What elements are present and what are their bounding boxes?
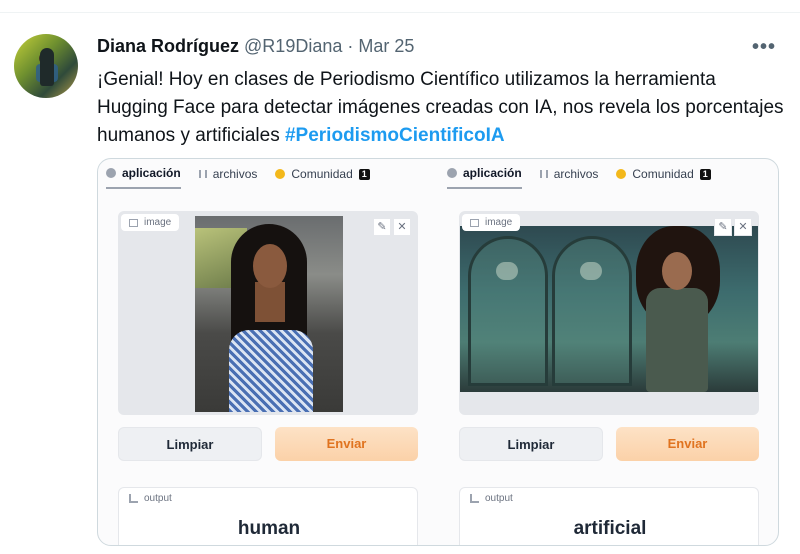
avatar-person (40, 48, 54, 86)
tab-label: aplicación (463, 166, 522, 180)
app-icon (447, 168, 457, 178)
photo-arch (468, 236, 548, 386)
tab-comunidad[interactable]: Comunidad 1 (275, 159, 370, 189)
clear-button[interactable]: Limpiar (118, 427, 262, 461)
image-label: image (121, 214, 180, 231)
uploaded-photo (195, 216, 343, 412)
more-horizontal-icon[interactable]: ••• (752, 36, 776, 59)
header-separator: · (347, 36, 354, 56)
output-box: output human (118, 487, 418, 545)
uploaded-photo (460, 226, 758, 392)
tab-label: archivos (553, 167, 599, 181)
tab-label: aplicación (122, 166, 181, 180)
app-screenshot-right: aplicación archivos Comunidad 1 image ✎ … (439, 159, 778, 545)
image-label-text: image (144, 217, 172, 228)
submit-button[interactable]: Enviar (616, 427, 759, 461)
app-screenshot-left: aplicación archivos Comunidad 1 image ✎ … (98, 159, 438, 545)
image-input[interactable]: image ✎ ✕ (459, 211, 759, 415)
photo-light (496, 262, 518, 280)
output-label-text: output (144, 493, 172, 504)
photo-body (646, 288, 708, 392)
tweet-text: ¡Genial! Hoy en clases de Periodismo Cie… (97, 66, 787, 150)
community-icon (275, 169, 286, 179)
tab-comunidad[interactable]: Comunidad 1 (616, 159, 711, 189)
close-icon[interactable]: ✕ (393, 218, 411, 236)
tab-label: Comunidad (632, 167, 694, 181)
tab-label: Comunidad (291, 167, 353, 181)
photo-neck (255, 282, 285, 322)
photo-face (662, 252, 692, 290)
close-icon[interactable]: ✕ (734, 218, 752, 236)
pencil-icon[interactable]: ✎ (714, 218, 732, 236)
image-input[interactable]: image ✎ ✕ (118, 211, 418, 415)
tab-label: archivos (212, 167, 258, 181)
output-label: output (462, 490, 521, 507)
output-label: output (121, 490, 180, 507)
files-icon (198, 170, 207, 178)
output-result: artificial (573, 518, 647, 539)
app-icon (106, 168, 116, 178)
hashtag-link[interactable]: #PeriodismoCientificoIA (285, 125, 505, 146)
chart-icon (470, 494, 479, 503)
clear-button[interactable]: Limpiar (459, 427, 603, 461)
image-tools: ✎ ✕ (371, 218, 411, 236)
output-label-text: output (485, 493, 513, 504)
chart-icon (129, 494, 138, 503)
tab-archivos[interactable]: archivos (539, 159, 599, 189)
photo-face (253, 244, 287, 288)
tab-aplicacion[interactable]: aplicación (106, 159, 181, 189)
top-divider (0, 12, 800, 13)
tweet-header: Diana Rodríguez @R19Diana · Mar 25 (97, 36, 414, 57)
pencil-icon[interactable]: ✎ (373, 218, 391, 236)
image-label-text: image (485, 217, 513, 228)
photo-top (229, 330, 313, 412)
photo-light (580, 262, 602, 280)
image-icon (129, 218, 138, 227)
output-box: output artificial (459, 487, 759, 545)
tab-bar: aplicación archivos Comunidad 1 (447, 159, 729, 189)
tweet-date[interactable]: Mar 25 (358, 36, 414, 56)
author-handle[interactable]: @R19Diana (244, 36, 342, 56)
submit-button[interactable]: Enviar (275, 427, 418, 461)
avatar[interactable] (14, 34, 78, 98)
community-icon (616, 169, 627, 179)
tweet-media[interactable]: aplicación archivos Comunidad 1 image ✎ … (97, 158, 779, 546)
image-tools: ✎ ✕ (712, 218, 752, 236)
files-icon (539, 170, 548, 178)
tab-bar: aplicación archivos Comunidad 1 (106, 159, 388, 189)
image-label: image (462, 214, 521, 231)
notification-badge: 1 (358, 168, 370, 180)
photo-arch (552, 236, 632, 386)
tab-aplicacion[interactable]: aplicación (447, 159, 522, 189)
image-icon (470, 218, 479, 227)
notification-badge: 1 (699, 168, 711, 180)
tab-archivos[interactable]: archivos (198, 159, 258, 189)
author-name[interactable]: Diana Rodríguez (97, 36, 239, 56)
output-result: human (237, 518, 301, 539)
